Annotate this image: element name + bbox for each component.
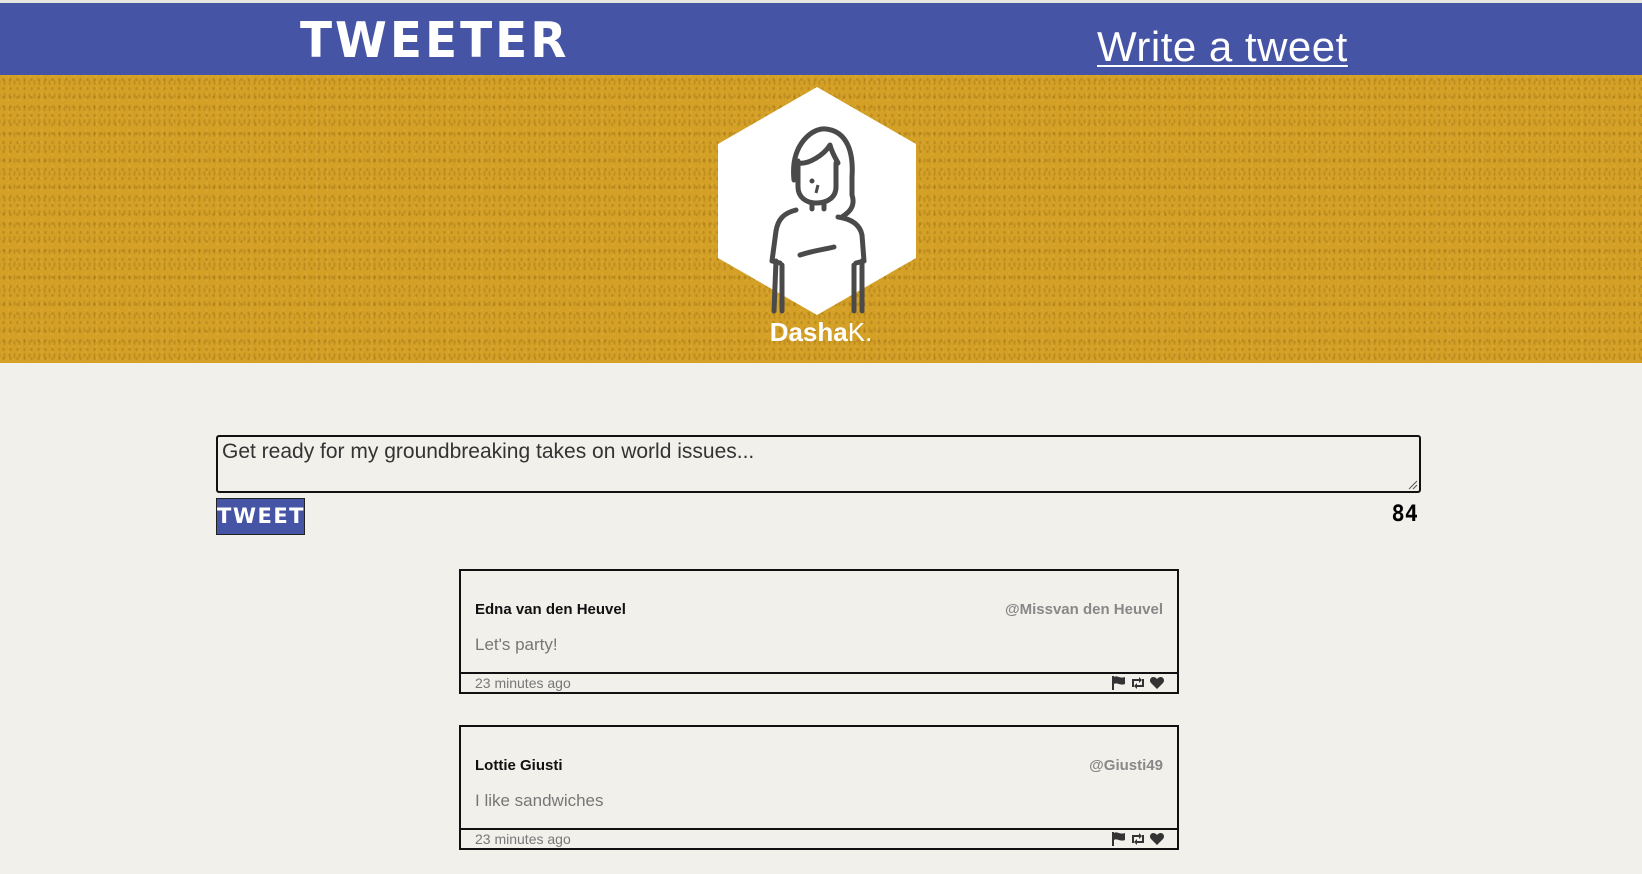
avatar-hexagon-icon bbox=[718, 87, 916, 315]
profile-header: DashaK. bbox=[0, 75, 1642, 363]
tweet-footer: 23 minutes ago bbox=[461, 672, 1177, 692]
tweet-content: I like sandwiches bbox=[475, 791, 604, 810]
heart-icon[interactable] bbox=[1149, 831, 1165, 847]
resize-grip-icon[interactable] bbox=[1408, 480, 1418, 490]
tweet-handle: @Giusti49 bbox=[1089, 757, 1163, 774]
tweet-actions bbox=[1111, 831, 1165, 847]
profile-first-name: Dasha bbox=[769, 317, 848, 347]
character-counter: 84 bbox=[1391, 502, 1419, 527]
tweet-author: Edna van den Heuvel bbox=[475, 601, 626, 618]
profile-last-name: K. bbox=[847, 317, 873, 347]
tweet-input[interactable] bbox=[216, 435, 1421, 493]
tweet-timestamp: 23 minutes ago bbox=[475, 831, 571, 847]
heart-icon[interactable] bbox=[1149, 675, 1165, 691]
profile-display-name: DashaK. bbox=[0, 317, 1642, 348]
tweet-submit-button[interactable]: TWEET bbox=[216, 498, 305, 535]
tweet-handle: @Missvan den Heuvel bbox=[1004, 601, 1163, 618]
tweet-card: Edna van den Heuvel @Missvan den Heuvel … bbox=[459, 569, 1179, 694]
navbar: TWEETER Write a tweet bbox=[0, 3, 1642, 75]
write-tweet-link[interactable]: Write a tweet bbox=[1097, 23, 1348, 71]
tweet-card: Lottie Giusti @Giusti49 I like sandwiche… bbox=[459, 725, 1179, 850]
retweet-icon[interactable] bbox=[1130, 831, 1146, 847]
avatar bbox=[716, 85, 918, 317]
tweet-footer: 23 minutes ago bbox=[461, 828, 1177, 848]
flag-icon[interactable] bbox=[1111, 675, 1127, 691]
retweet-icon[interactable] bbox=[1130, 675, 1146, 691]
tweet-author: Lottie Giusti bbox=[475, 757, 563, 774]
tweet-actions bbox=[1111, 675, 1165, 691]
tweet-timestamp: 23 minutes ago bbox=[475, 675, 571, 691]
flag-icon[interactable] bbox=[1111, 831, 1127, 847]
brand-logo[interactable]: TWEETER bbox=[300, 12, 569, 70]
tweet-content: Let's party! bbox=[475, 635, 558, 654]
